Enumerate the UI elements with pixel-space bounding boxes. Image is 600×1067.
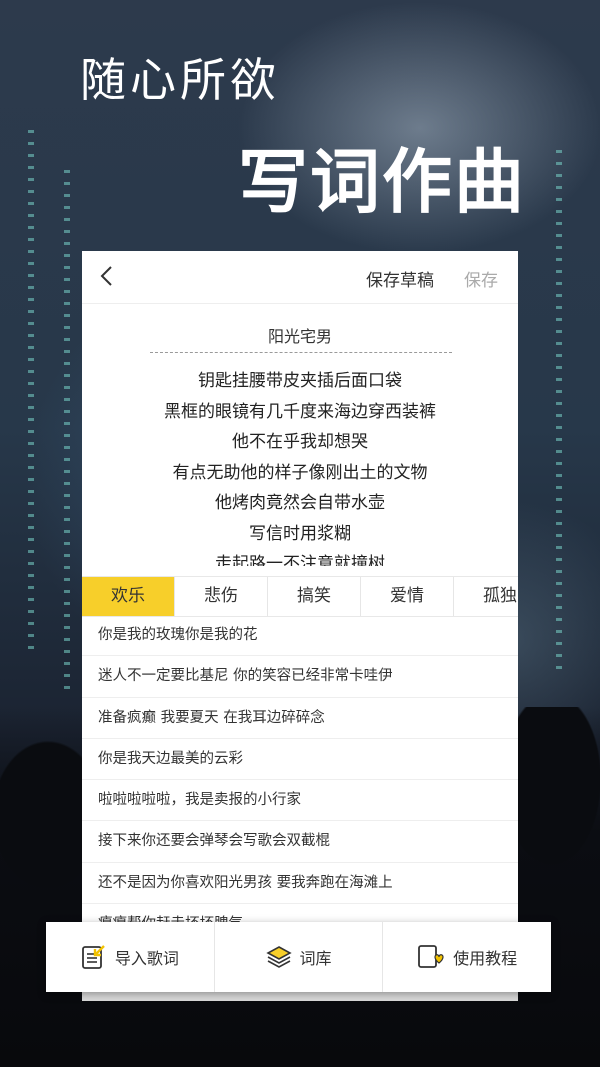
- suggestion-item[interactable]: 接下来你还要会弹琴会写歌会双截棍: [82, 821, 518, 863]
- lyric-library-label: 词库: [299, 949, 332, 968]
- lyric-line[interactable]: 写信时用浆糊: [82, 519, 518, 550]
- phone-screen: 保存草稿 保存 阳光宅男 钥匙挂腰带皮夹插后面口袋 黑框的眼镜有几千度来海边穿西…: [82, 251, 518, 1001]
- save-button[interactable]: 保存: [464, 266, 498, 291]
- import-lyrics-button[interactable]: 导入歌词: [46, 922, 215, 992]
- import-lyrics-label: 导入歌词: [114, 949, 179, 968]
- suggestion-item[interactable]: 迷人不一定要比基尼 你的笑容已经非常卡哇伊: [82, 656, 518, 698]
- lyric-line[interactable]: 他烤肉竟然会自带水壶: [82, 488, 518, 519]
- tutorial-button[interactable]: 使用教程: [383, 922, 551, 992]
- heart-doc-icon: [418, 945, 444, 968]
- tab-sad[interactable]: 悲伤: [175, 577, 268, 616]
- lyric-line[interactable]: 黑框的眼镜有几千度来海边穿西装裤: [82, 397, 518, 428]
- suggestion-item[interactable]: 准备疯癫 我要夏天 在我耳边碎碎念: [82, 698, 518, 739]
- tab-happy[interactable]: 欢乐: [82, 577, 175, 616]
- bottom-toolbar: 导入歌词 词库 使用教程: [46, 922, 551, 992]
- lyric-line[interactable]: 有点无助他的样子像刚出土的文物: [82, 458, 518, 489]
- tutorial-label: 使用教程: [453, 949, 518, 968]
- suggestion-item[interactable]: 还不是因为你喜欢阳光男孩 要我奔跑在海滩上: [82, 863, 518, 905]
- lyric-line[interactable]: 钥匙挂腰带皮夹插后面口袋: [82, 366, 518, 397]
- hero-title: 写词作曲: [238, 141, 526, 223]
- lyrics-editor[interactable]: 钥匙挂腰带皮夹插后面口袋 黑框的眼镜有几千度来海边穿西装裤 他不在乎我却想哭 有…: [82, 366, 518, 566]
- lyric-line[interactable]: 走起路一不注意就撞树: [82, 549, 518, 566]
- suggestion-item[interactable]: 啦啦啦啦啦，我是卖报的小行家: [82, 780, 518, 822]
- suggestion-item[interactable]: 你是我的玫瑰你是我的花: [82, 615, 518, 657]
- lyric-library-button[interactable]: 词库: [215, 922, 384, 992]
- suggestion-list: 你是我的玫瑰你是我的花 迷人不一定要比基尼 你的笑容已经非常卡哇伊 准备疯癫 我…: [82, 615, 518, 946]
- save-draft-button[interactable]: 保存草稿: [366, 266, 434, 291]
- back-arrow-icon[interactable]: [96, 265, 118, 287]
- title-divider: [150, 352, 452, 353]
- tab-lonely[interactable]: 孤独: [454, 577, 518, 616]
- layers-icon: [265, 946, 292, 968]
- top-bar: 保存草稿 保存: [82, 251, 518, 304]
- tab-love[interactable]: 爱情: [361, 577, 454, 616]
- suggestion-item[interactable]: 你是我天边最美的云彩: [82, 739, 518, 781]
- tab-funny[interactable]: 搞笑: [268, 577, 361, 616]
- lyric-line[interactable]: 他不在乎我却想哭: [82, 427, 518, 458]
- hero-subtitle: 随心所欲: [80, 53, 280, 107]
- song-title[interactable]: 阳光宅男: [82, 323, 518, 347]
- category-tabs: 欢乐 悲伤 搞笑 爱情 孤独: [82, 576, 518, 617]
- import-icon: [81, 945, 105, 969]
